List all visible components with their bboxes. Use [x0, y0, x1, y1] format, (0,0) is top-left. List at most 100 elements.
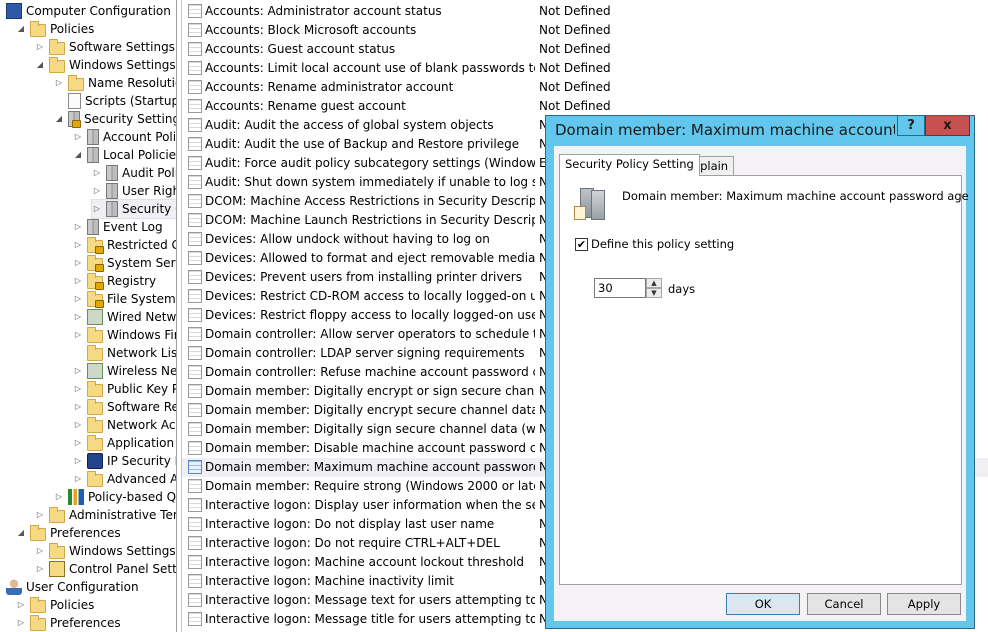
tree-item[interactable]: ▷ Wired Network (IEEE 802.3) Policies [73, 308, 176, 326]
tree-item[interactable]: ▷ IP Security Policies [73, 452, 176, 470]
tab-security-policy-setting[interactable]: Security Policy Setting [559, 154, 700, 176]
tree-item[interactable]: ◢ Security Settings [54, 110, 176, 128]
policy-name: Accounts: Block Microsoft accounts [205, 23, 417, 37]
folder-lock-icon [87, 254, 104, 272]
expand-arrow-icon[interactable]: ▷ [73, 128, 83, 146]
expand-arrow-icon[interactable]: ▷ [16, 596, 26, 614]
tree-item[interactable]: ▷ Registry [73, 272, 156, 290]
collapse-arrow-icon[interactable]: ◢ [16, 20, 26, 38]
policy-row[interactable]: Accounts: Rename administrator account No… [182, 78, 988, 97]
expand-arrow-icon[interactable]: ▷ [73, 362, 83, 380]
tree-item[interactable]: ▷ Audit Policy [92, 164, 176, 182]
tree-item[interactable]: ▷ Policy-based QoS [54, 488, 177, 506]
tree-item[interactable]: ▷ Software Restriction Policies [73, 398, 176, 416]
expand-arrow-icon[interactable]: ▷ [92, 164, 102, 182]
tree-item-label: Preferences [50, 526, 121, 540]
spin-down-button[interactable]: ▼ [646, 288, 662, 298]
expand-arrow-icon[interactable]: ▷ [35, 38, 45, 56]
expand-arrow-icon[interactable]: ▷ [73, 308, 83, 326]
console-tree[interactable]: Computer Configuration ◢ Policies ▷ Software… [0, 0, 177, 632]
tree-item[interactable]: ▷ Security Options [90, 199, 176, 219]
expand-arrow-icon[interactable]: ▷ [73, 326, 83, 344]
expand-arrow-icon[interactable]: ▷ [35, 506, 45, 524]
tree-item[interactable]: ▷ Network Access Protection [73, 416, 176, 434]
tree-item[interactable]: ◢ Preferences [16, 524, 121, 542]
expand-arrow-icon[interactable]: ▷ [73, 272, 83, 290]
tree-item[interactable]: ▷ Preferences [16, 614, 121, 632]
folder-icon [30, 20, 46, 37]
days-input[interactable]: 30 [594, 278, 646, 298]
close-button[interactable]: x [925, 116, 970, 136]
policy-value: Not Defined [539, 4, 611, 18]
expand-arrow-icon[interactable]: ▷ [54, 488, 64, 506]
expand-arrow-icon[interactable]: ▷ [35, 542, 45, 560]
tree-item[interactable]: ▷ Application Control Policies [73, 434, 176, 452]
collapse-arrow-icon[interactable]: ◢ [16, 524, 26, 542]
tree-item[interactable]: ▷ Public Key Policies [73, 380, 176, 398]
tree-item[interactable]: Network List Manager Policies [73, 344, 176, 362]
expand-arrow-icon[interactable]: ▷ [73, 452, 83, 470]
cancel-button[interactable]: Cancel [807, 593, 881, 615]
tree-item[interactable]: Computer Configuration [6, 2, 171, 20]
expand-arrow-icon[interactable]: ▷ [35, 560, 45, 578]
tree-item[interactable]: ▷ Administrative Templates [35, 506, 176, 524]
tree-item[interactable]: User Configuration [6, 578, 139, 596]
tree-item[interactable]: ▷ Control Panel Settings [35, 560, 176, 578]
collapse-arrow-icon[interactable]: ◢ [73, 146, 83, 164]
policy-properties-dialog[interactable]: Domain member: Maximum machine account p… [545, 115, 975, 629]
tree-item[interactable]: ▷ Windows Settings [35, 542, 176, 560]
spin-up-button[interactable]: ▲ [646, 278, 662, 288]
expand-arrow-icon[interactable]: ▷ [16, 614, 26, 632]
tree-item[interactable]: ▷ Restricted Groups [73, 236, 176, 254]
policy-name: Interactive logon: Machine inactivity li… [205, 574, 454, 588]
expand-arrow-icon[interactable]: ▷ [73, 290, 83, 308]
tree-item[interactable]: ▷ Wireless Network (IEEE 802.11) Policies [73, 362, 176, 380]
expand-arrow-icon[interactable]: ▷ [73, 380, 83, 398]
tree-item[interactable]: ▷ File System [73, 290, 176, 308]
expand-arrow-icon[interactable]: ▷ [73, 236, 83, 254]
policy-name: Interactive logon: Display user informat… [205, 498, 535, 512]
tree-item[interactable]: ▷ Software Settings [35, 38, 175, 56]
tree-item-label: Policy-based QoS [88, 490, 177, 504]
ok-button[interactable]: OK [726, 593, 800, 615]
tree-item[interactable]: ▷ Name Resolution Policy [54, 74, 176, 92]
cpanel-icon [49, 561, 65, 577]
expand-arrow-icon[interactable]: ▷ [73, 470, 83, 488]
apply-button[interactable]: Apply [887, 593, 961, 615]
policy-row[interactable]: Accounts: Block Microsoft accounts Not De… [182, 21, 988, 40]
expand-arrow-icon[interactable]: ▷ [92, 200, 102, 218]
tree-item[interactable]: ▷ Event Log [73, 218, 163, 236]
policy-name: Domain member: Digitally encrypt secure … [205, 403, 535, 417]
tree-item[interactable]: ◢ Local Policies [73, 146, 176, 164]
policy-name: Devices: Restrict CD-ROM access to local… [205, 289, 535, 303]
define-policy-label[interactable]: Define this policy setting [591, 237, 734, 251]
define-policy-checkbox[interactable]: ✔ [575, 238, 588, 251]
expand-arrow-icon[interactable]: ▷ [73, 218, 83, 236]
expand-arrow-icon[interactable]: ▷ [73, 434, 83, 452]
policy-setting-icon [188, 156, 202, 170]
tree-item[interactable]: ◢ Policies [16, 20, 94, 38]
tree-item[interactable]: ◢ Windows Settings [35, 56, 176, 74]
policy-row[interactable]: Accounts: Guest account status Not Define… [182, 40, 988, 59]
tree-item[interactable]: ▷ Account Policies [73, 128, 176, 146]
policy-name: Accounts: Limit local account use of bla… [205, 61, 535, 75]
policy-row[interactable]: Accounts: Rename guest account Not Define… [182, 97, 988, 116]
policy-row[interactable]: Accounts: Limit local account use of bla… [182, 59, 988, 78]
collapse-arrow-icon[interactable]: ◢ [54, 110, 64, 128]
tree-item[interactable]: Scripts (Startup/Shutdown) [54, 92, 176, 110]
days-spinner[interactable]: ▲ ▼ [646, 278, 662, 298]
tree-item[interactable]: ▷ System Services [73, 254, 176, 272]
help-button[interactable]: ? [897, 116, 925, 136]
expand-arrow-icon[interactable]: ▷ [73, 254, 83, 272]
expand-arrow-icon[interactable]: ▷ [73, 398, 83, 416]
expand-arrow-icon[interactable]: ▷ [92, 182, 102, 200]
tree-item[interactable]: ▷ User Rights Assignment [92, 182, 176, 200]
tree-item[interactable]: ▷ Policies [16, 596, 94, 614]
expand-arrow-icon[interactable]: ▷ [54, 74, 64, 92]
policy-row[interactable]: Accounts: Administrator account status No… [182, 2, 988, 21]
tree-item[interactable]: ▷ Windows Firewall with Advanced Security [73, 326, 176, 344]
no-arrow [73, 344, 83, 362]
collapse-arrow-icon[interactable]: ◢ [35, 56, 45, 74]
tree-item[interactable]: ▷ Advanced Audit Policy Configuration [73, 470, 176, 488]
expand-arrow-icon[interactable]: ▷ [73, 416, 83, 434]
